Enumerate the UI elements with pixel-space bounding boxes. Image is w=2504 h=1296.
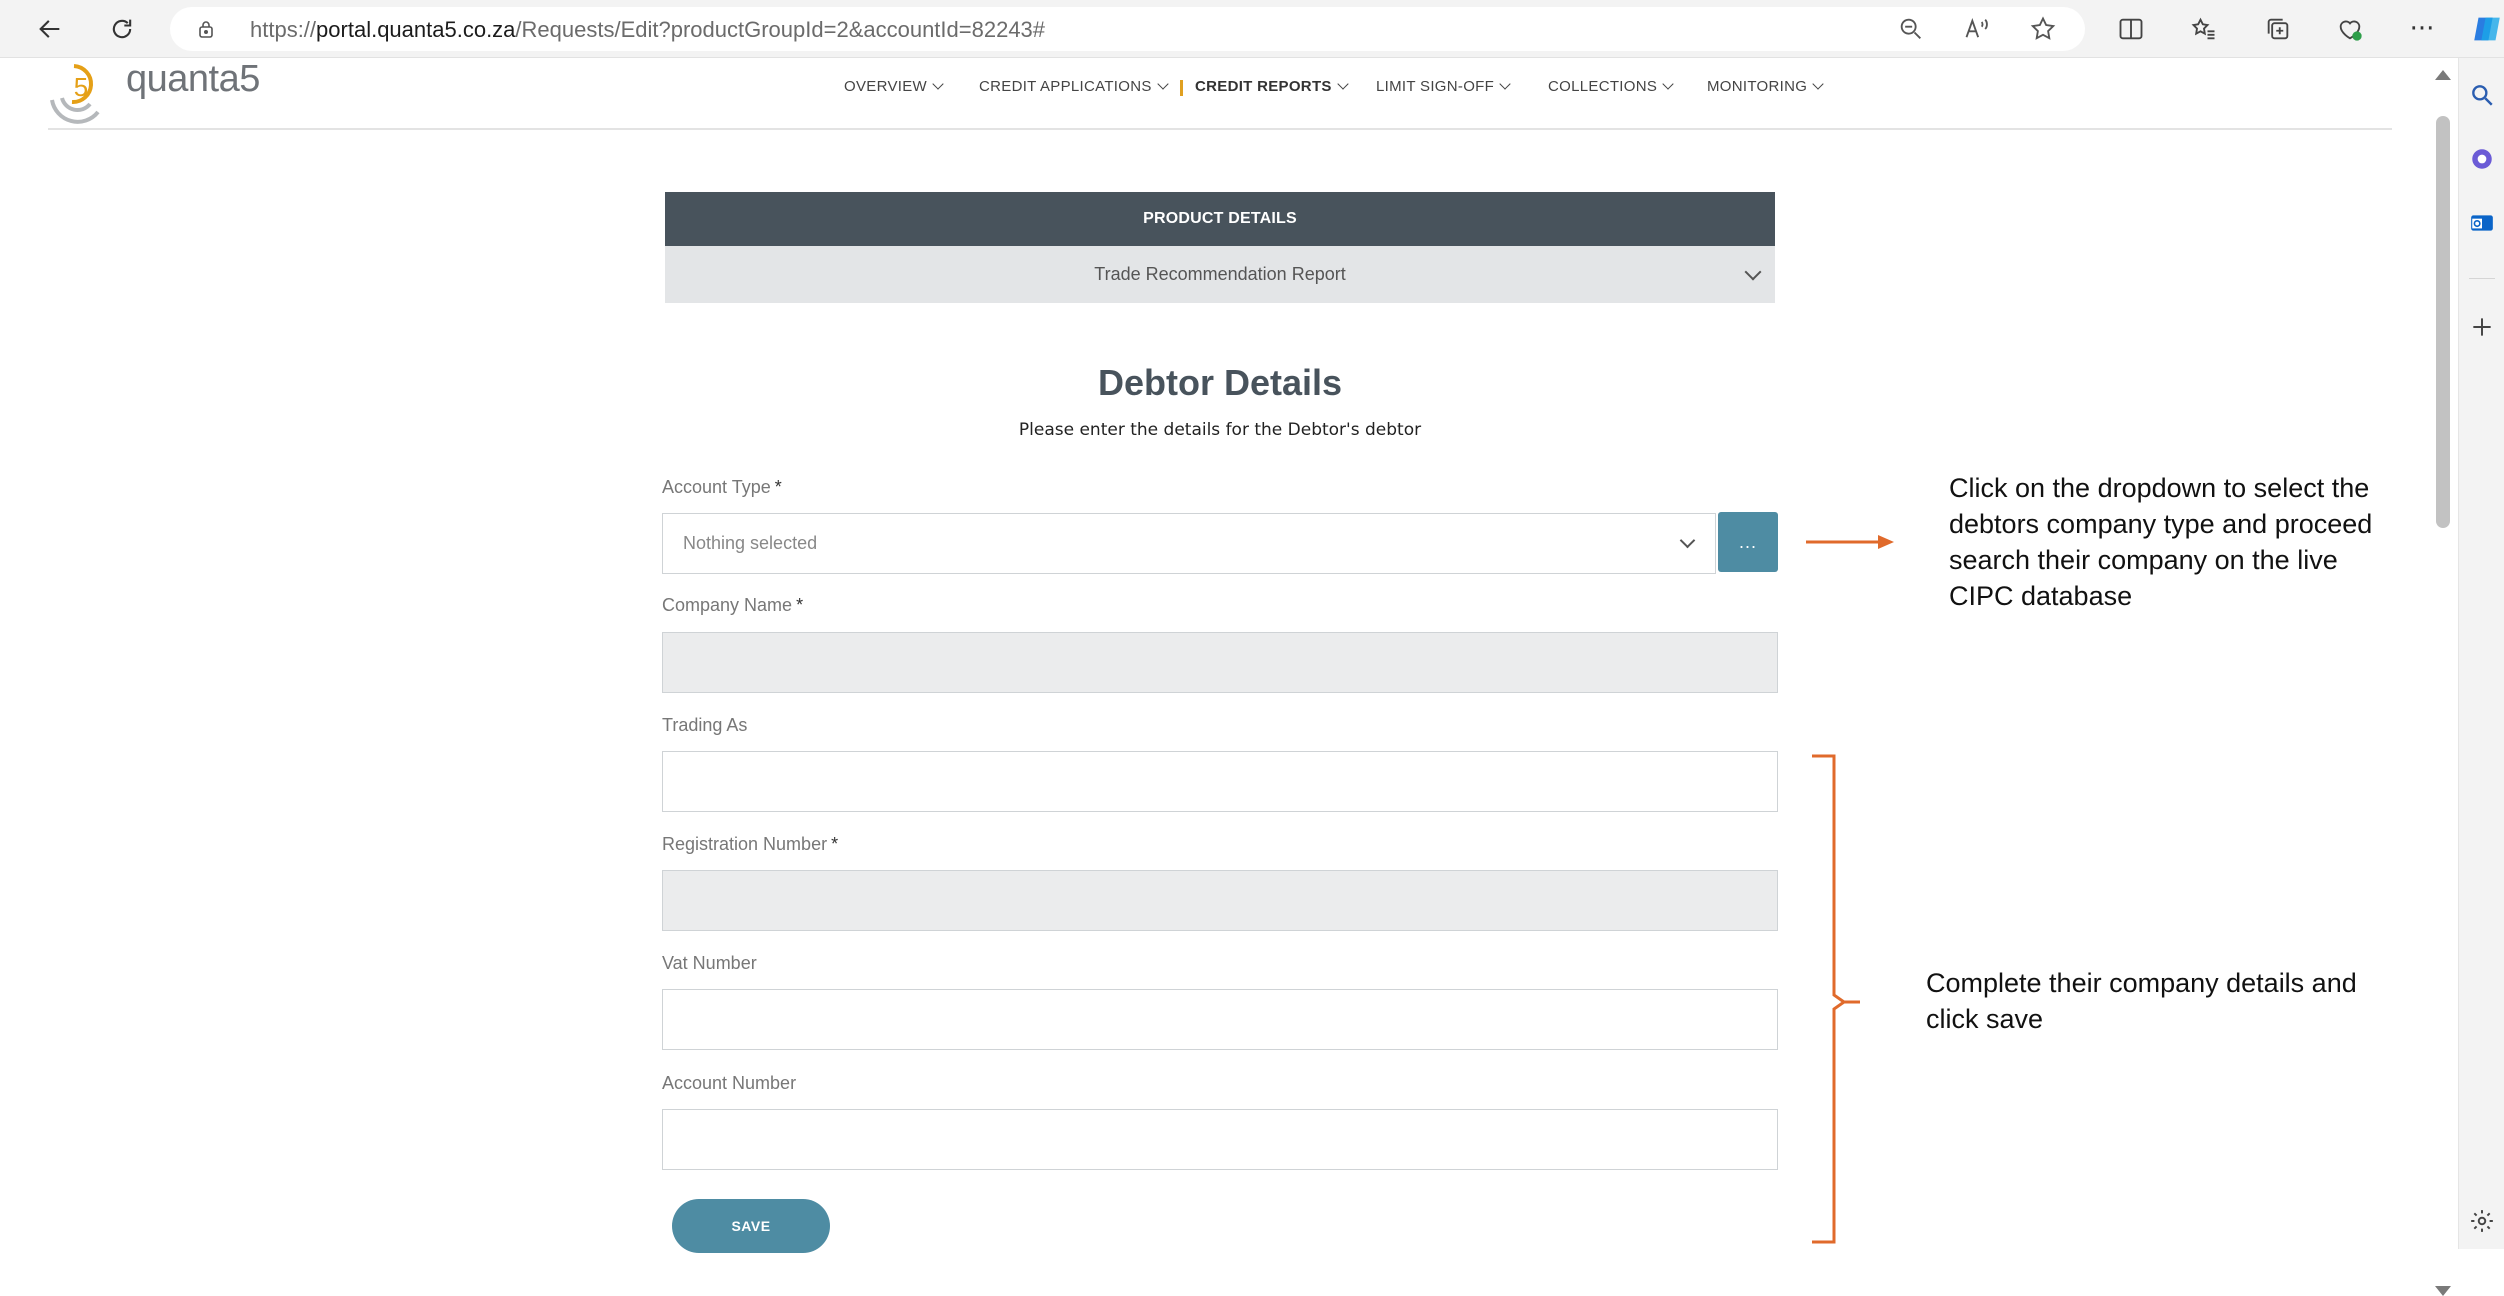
zoom-out-icon[interactable] [1897, 15, 1925, 43]
nav-label: OVERVIEW [844, 78, 927, 95]
chevron-down-icon [1812, 78, 1824, 90]
search-icon[interactable] [2469, 82, 2495, 108]
browser-essentials-icon[interactable] [2336, 15, 2364, 43]
browser-sidebar [2458, 58, 2504, 1249]
active-nav-marker [1180, 80, 1183, 96]
chevron-down-icon [1499, 78, 1511, 90]
page-title: Debtor Details [1097, 362, 1343, 403]
chevron-down-icon [1157, 78, 1169, 90]
nav-label: LIMIT SIGN-OFF [1376, 78, 1495, 95]
product-select[interactable]: Trade Recommendation Report [665, 246, 1775, 303]
annotation-bracket-icon [1812, 754, 1860, 1244]
nav-limit-sign-off[interactable]: LIMIT SIGN-OFF [1376, 78, 1511, 95]
page-subtitle: Please enter the details for the Debtor'… [1018, 420, 1422, 440]
back-arrow-icon[interactable] [30, 9, 70, 49]
company-lookup-button[interactable]: ... [1718, 512, 1778, 572]
trading-as-field[interactable] [662, 751, 1778, 812]
header-divider [48, 128, 2392, 130]
nav-collections[interactable]: COLLECTIONS [1548, 78, 1674, 95]
company-name-label: Company Name * [662, 595, 804, 615]
scroll-up-arrow-icon[interactable] [2435, 70, 2451, 80]
settings-gear-icon[interactable] [2469, 1208, 2495, 1234]
copilot-icon[interactable] [2470, 12, 2504, 46]
favorite-star-icon[interactable] [2029, 15, 2057, 43]
product-details-header: PRODUCT DETAILS [665, 192, 1775, 246]
registration-number-field[interactable] [662, 870, 1778, 931]
browser-toolbar: https://portal.quanta5.co.za/Requests/Ed… [0, 0, 2504, 58]
chevron-down-icon [1744, 263, 1762, 281]
svg-text:5: 5 [74, 72, 88, 102]
chevron-down-icon [1337, 78, 1349, 90]
nav-credit-reports[interactable]: CREDIT REPORTS [1195, 78, 1349, 95]
annotation-dropdown-note: Click on the dropdown to select the debt… [1949, 473, 2373, 611]
account-type-label: Account Type * [662, 477, 782, 497]
copilot-sidebar-icon[interactable] [2469, 146, 2495, 172]
favorites-icon[interactable] [2190, 15, 2218, 43]
vertical-scrollbar[interactable] [2428, 58, 2458, 1296]
nav-label: COLLECTIONS [1548, 78, 1658, 95]
nav-label: CREDIT REPORTS [1195, 78, 1332, 95]
sidebar-divider [2469, 278, 2495, 279]
scroll-down-arrow-icon[interactable] [2435, 1286, 2451, 1296]
site-info-icon[interactable] [196, 19, 216, 39]
company-name-field[interactable] [662, 632, 1778, 693]
split-screen-icon[interactable] [2117, 15, 2145, 43]
account-type-value: Nothing selected [683, 533, 818, 553]
account-type-select[interactable]: Nothing selected [662, 513, 1716, 574]
chevron-down-icon [932, 78, 944, 90]
logo-text[interactable]: quanta5 [126, 58, 260, 101]
nav-label: MONITORING [1707, 78, 1808, 95]
add-icon[interactable] [2469, 314, 2495, 340]
nav-credit-applications[interactable]: CREDIT APPLICATIONS [979, 78, 1169, 95]
chevron-down-icon [1662, 78, 1674, 90]
vat-number-label: Vat Number [662, 953, 757, 973]
account-number-field[interactable] [662, 1109, 1778, 1170]
product-select-value: Trade Recommendation Report [1094, 264, 1346, 284]
more-menu-icon[interactable]: ··· [2402, 9, 2442, 49]
refresh-icon[interactable] [102, 9, 142, 49]
chevron-down-icon [1679, 532, 1696, 549]
save-button[interactable]: SAVE [672, 1199, 830, 1253]
read-aloud-icon[interactable] [1963, 15, 1991, 43]
url-text[interactable]: https://portal.quanta5.co.za/Requests/Ed… [250, 17, 1045, 43]
annotation-save-note: Complete their company details and click… [1926, 968, 2357, 1034]
nav-label: CREDIT APPLICATIONS [979, 78, 1152, 95]
annotation-arrow-icon [1806, 535, 1894, 549]
outlook-icon[interactable] [2469, 210, 2495, 236]
nav-overview[interactable]: OVERVIEW [844, 78, 944, 95]
collections-icon[interactable] [2264, 15, 2292, 43]
account-number-label: Account Number [662, 1073, 797, 1093]
registration-number-label: Registration Number * [662, 834, 839, 854]
scrollbar-thumb[interactable] [2436, 116, 2450, 528]
nav-monitoring[interactable]: MONITORING [1707, 78, 1824, 95]
quanta5-logo-icon[interactable]: 5 [44, 56, 124, 126]
vat-number-field[interactable] [662, 989, 1778, 1050]
address-bar[interactable]: https://portal.quanta5.co.za/Requests/Ed… [170, 7, 2085, 51]
trading-as-label: Trading As [662, 715, 748, 735]
